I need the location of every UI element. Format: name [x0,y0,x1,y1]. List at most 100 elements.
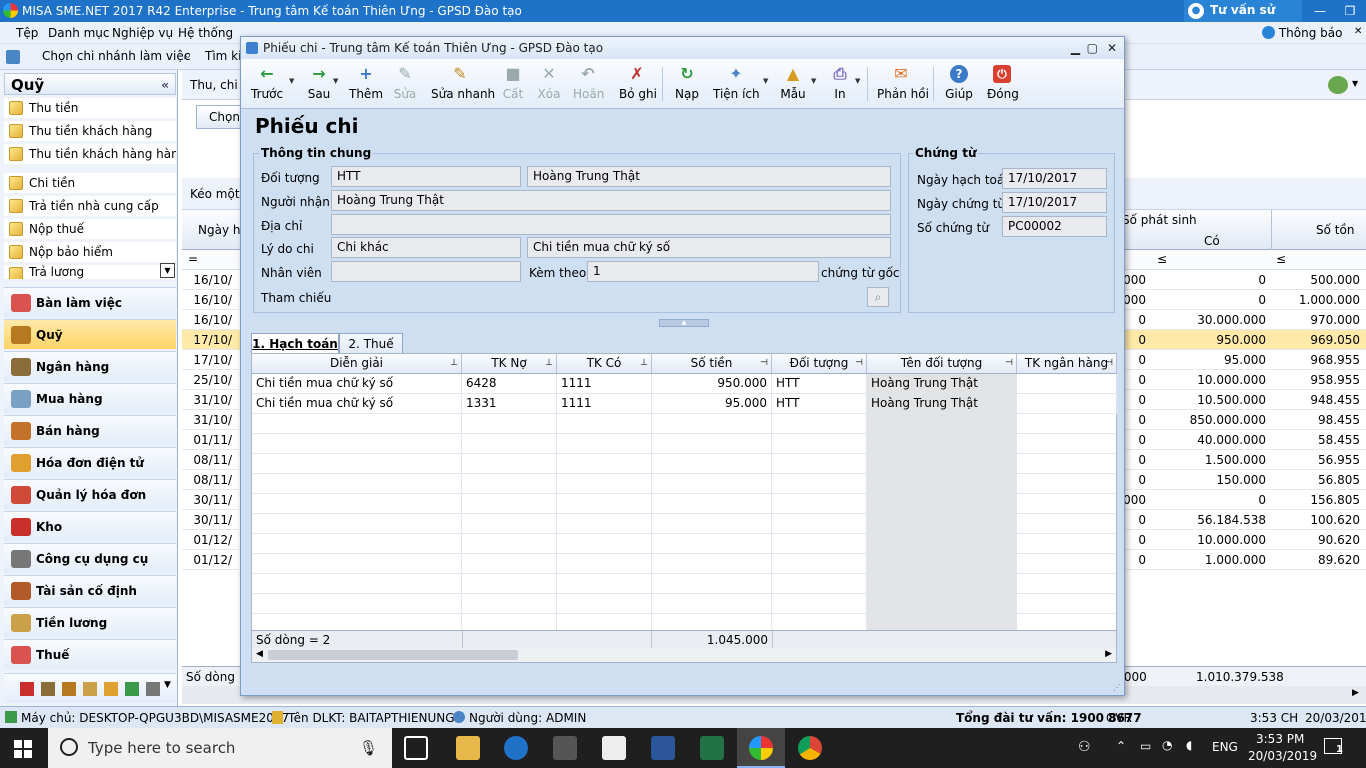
people-icon[interactable]: ⚇ [1078,739,1091,755]
module-tai-san-co-dinh[interactable]: Tài sản cố định [4,575,176,605]
menu-catalog[interactable]: Danh mục [48,26,110,40]
col-doi-tuong[interactable]: Đối tượng ⊣ [772,354,867,374]
mini-module-icon[interactable] [62,682,76,696]
module-hoa-don-dien-tu[interactable]: Hóa đơn điện tử [4,447,176,477]
doi-tuong-name-field[interactable]: Hoàng Trung Thật [527,166,891,187]
clock-time[interactable]: 3:53 PM [1256,732,1304,746]
ngay-chung-tu-field[interactable]: 17/10/2017 [1002,192,1107,213]
reference-search-icon[interactable]: ⌕ [867,287,889,307]
pin-icon[interactable]: ⊣ [760,354,768,373]
module-thue[interactable]: Thuế [4,639,176,669]
next-button[interactable]: → Sau [303,63,335,105]
sidebar-sub-nop-thue[interactable]: Nộp thuế [4,219,176,239]
sidebar-sub-thu-tien-khach-hang[interactable]: Thu tiền khách hàng [4,121,176,141]
pin-icon[interactable]: ⊥ [640,354,648,373]
excel-icon[interactable] [700,736,724,760]
close-button[interactable]: ⏻ Đóng [987,63,1019,105]
clock-date[interactable]: 20/03/2019 [1248,749,1317,763]
cell-tk-co[interactable]: 1111 [557,374,652,394]
tab-thue[interactable]: 2. Thuế [339,333,403,354]
more-modules-icon[interactable]: ▼ [164,680,171,690]
help-button[interactable]: ? Giúp [945,63,973,105]
dialog-close-button[interactable]: ✕ [1107,37,1117,59]
resize-grip-icon[interactable]: ⋰ [1113,683,1121,692]
tab-hach-toan[interactable]: 1. Hạch toán [251,333,339,354]
module-ban-hang[interactable]: Bán hàng [4,415,176,445]
cell-dien-giai[interactable]: Chi tiền mua chữ ký số [252,374,462,394]
grid-horizontal-scrollbar[interactable]: ◀ ▶ [252,648,1116,662]
module-quan-ly-hoa-don[interactable]: Quản lý hóa đơn [4,479,176,509]
prev-dropdown-icon[interactable]: ▼ [289,77,294,85]
taskbar-search-box[interactable]: Type here to search 🎙 [48,728,392,768]
branch-select-button[interactable]: Chọn chi nhánh làm việc [42,49,190,63]
cell-dien-giai[interactable]: Chi tiền mua chữ ký số [252,394,462,414]
chrome-icon[interactable] [798,736,822,760]
dialog-maximize-button[interactable]: ▢ [1087,37,1098,59]
menu-operations[interactable]: Nghiệp vụ [112,26,173,40]
cell-tk-co[interactable]: 1111 [557,394,652,414]
language-indicator[interactable]: ENG [1212,740,1238,754]
sidebar-sub-nop-bao-hiem[interactable]: Nộp bảo hiểm [4,242,176,262]
module-tien-luong[interactable]: Tiền lương [4,607,176,637]
delete-button[interactable]: ✕ Xóa [536,63,562,105]
module-mua-hang[interactable]: Mua hàng [4,383,176,413]
cell-tk-no[interactable]: 1331 [462,394,557,414]
mini-module-icon[interactable] [125,682,139,696]
mail-icon[interactable] [602,736,626,760]
cell-tk-ngan-hang[interactable] [1017,394,1117,414]
scroll-right-icon[interactable]: ▶ [1352,688,1359,698]
settings-dropdown-icon[interactable]: ▼ [1352,79,1358,88]
file-explorer-icon[interactable] [456,736,480,760]
word-icon[interactable] [651,736,675,760]
cell-tk-no[interactable]: 6428 [462,374,557,394]
cell-so-tien[interactable]: 950.000 [652,374,772,394]
unpost-button[interactable]: ✗ Bỏ ghi [619,63,657,105]
feedback-button[interactable]: ✉ Phản hồi [877,63,929,105]
col-ten-doi-tuong[interactable]: Tên đối tượng ⊣ [867,354,1017,374]
cell-doi-tuong[interactable]: HTT [772,374,867,394]
menu-file[interactable]: Tệp [16,26,38,40]
utilities-dropdown-icon[interactable]: ▼ [763,77,768,85]
ly-do-chi-text-field[interactable]: Chi tiền mua chữ ký số [527,237,891,258]
kem-theo-field[interactable]: 1 [587,261,819,282]
restore-window-button[interactable]: ❐ [1335,0,1365,22]
quick-edit-button[interactable]: ✎ Sửa nhanh [431,63,495,105]
tray-expand-icon[interactable]: ⌃ [1116,739,1126,753]
sidebar-sub-thu-tien[interactable]: Thu tiền [4,98,176,118]
collapse-sidebar-icon[interactable]: « [161,74,169,96]
volume-icon[interactable]: ◖ [1186,738,1192,752]
misa-taskbar-button[interactable] [737,728,785,768]
collapse-header-handle[interactable]: ▲ [659,319,709,327]
prev-button[interactable]: ← Trước [251,63,283,105]
microphone-icon[interactable]: 🎙 [359,728,378,768]
edge-icon[interactable] [504,736,528,760]
ly-do-chi-select[interactable]: Chi khác [331,237,521,258]
pin-icon[interactable]: ⊥ [545,354,553,373]
dialog-minimize-button[interactable]: ▁ [1071,37,1080,59]
store-icon[interactable] [553,736,577,760]
sidebar-sub-thu-tien-khach-hang-loat[interactable]: Thu tiền khách hàng hàng l... [4,144,176,164]
sidebar-sub-chi-tien[interactable]: Chi tiền [4,173,176,193]
close-panel-icon[interactable]: ✕ [1354,26,1362,37]
mini-module-icon[interactable] [41,682,55,696]
pin-icon[interactable]: ⊣ [1105,354,1113,373]
col-tk-no[interactable]: TK Nợ ⊥ [462,354,557,374]
print-button[interactable]: ⎙ In [829,63,851,105]
settings-gear-icon[interactable] [1328,76,1348,94]
task-view-icon[interactable] [404,736,428,760]
advice-button[interactable]: ●Tư vấn sử dụng [1184,0,1302,38]
sidebar-sub-tra-tien-ncc[interactable]: Trả tiền nhà cung cấp [4,196,176,216]
mini-module-icon[interactable] [83,682,97,696]
mini-module-icon[interactable] [146,682,160,696]
mini-module-icon[interactable] [104,682,118,696]
network-icon[interactable]: ◔ [1162,738,1172,752]
col-dien-giai[interactable]: Diễn giải ⊥ [252,354,462,374]
scrollbar-thumb[interactable] [268,650,518,660]
pin-icon[interactable]: ⊥ [450,354,458,373]
scroll-left-icon[interactable]: ◀ [256,649,263,659]
bg-filter-eq[interactable]: = [188,252,198,266]
utilities-button[interactable]: ✦ Tiện ích [713,63,760,105]
save-button[interactable]: ■ Cất [501,63,525,105]
add-button[interactable]: + Thêm [349,63,383,105]
doi-tuong-code-field[interactable]: HTT [331,166,521,187]
